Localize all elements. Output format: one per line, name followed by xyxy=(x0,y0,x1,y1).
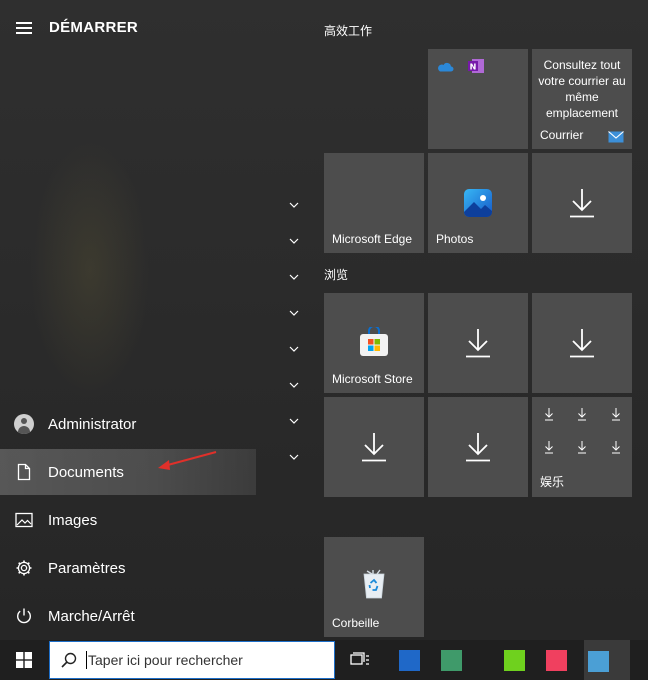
taskbar-search-box[interactable]: Taper ici pour rechercher xyxy=(49,641,335,679)
edge-tile[interactable]: Microsoft Edge xyxy=(324,153,424,253)
app-pink-icon[interactable] xyxy=(546,650,567,671)
store-icon xyxy=(360,327,388,356)
recycle-bin-tile-label: Corbeille xyxy=(332,616,380,630)
app-list-chevron-3[interactable] xyxy=(286,269,302,285)
entertainment-folder-tile[interactable]: 娱乐 xyxy=(532,397,632,497)
download-arrow-icon xyxy=(545,408,553,421)
download-arrow-icon xyxy=(578,408,586,421)
download-tile-2[interactable] xyxy=(428,293,528,393)
onedrive-icon xyxy=(438,62,454,72)
svg-text:N: N xyxy=(470,63,477,72)
documents-label: Documents xyxy=(48,463,124,481)
image-icon xyxy=(15,512,33,528)
chevron-down-icon xyxy=(289,202,299,208)
background-glow xyxy=(30,140,150,400)
onenote-icon: N xyxy=(468,59,484,73)
start-title: DÉMARRER xyxy=(49,19,139,36)
office-folder-tile[interactable]: N xyxy=(428,49,528,149)
chevron-down-icon xyxy=(289,310,299,316)
photos-tile[interactable]: Photos xyxy=(428,153,528,253)
download-arrow-icon xyxy=(466,433,490,462)
annotation-arrow xyxy=(158,451,217,470)
app-teal-icon[interactable] xyxy=(441,650,462,671)
chevron-down-icon xyxy=(289,418,299,424)
app-green-icon[interactable] xyxy=(504,650,525,671)
search-placeholder: Taper ici pour rechercher xyxy=(86,651,243,669)
windows-start-button[interactable] xyxy=(0,640,48,680)
power-label: Marche/Arrêt xyxy=(48,607,135,625)
hamburger-menu-button[interactable] xyxy=(0,8,48,48)
search-icon xyxy=(61,652,77,668)
images-button[interactable]: Images xyxy=(0,497,256,543)
chevron-down-icon xyxy=(289,382,299,388)
chevron-down-icon xyxy=(289,346,299,352)
group-title-productivity[interactable]: 高效工作 xyxy=(324,22,372,39)
download-arrow-icon xyxy=(545,441,553,454)
account-label: Administrator xyxy=(48,415,137,433)
download-arrow-icon xyxy=(612,441,620,454)
mail-tile[interactable]: Consultez tout votre courrier au même em… xyxy=(532,49,632,149)
download-tile-3[interactable] xyxy=(532,293,632,393)
store-tile-label: Microsoft Store xyxy=(332,372,413,386)
download-tile-5[interactable] xyxy=(428,397,528,497)
power-button[interactable]: Marche/Arrêt xyxy=(0,593,256,639)
download-arrow-icon xyxy=(362,433,386,462)
mail-tile-label: Courrier xyxy=(540,128,584,142)
user-avatar-icon xyxy=(14,414,34,434)
photos-tile-label: Photos xyxy=(436,232,474,246)
edge-tile-label: Microsoft Edge xyxy=(332,232,413,246)
taskbar: Taper ici pour rechercher xyxy=(0,640,648,680)
settings-button[interactable]: Paramètres xyxy=(0,545,256,591)
group-title-browse[interactable]: 浏览 xyxy=(324,266,348,283)
app-list-chevron-6[interactable] xyxy=(286,377,302,393)
app-list-chevron-4[interactable] xyxy=(286,305,302,321)
app-lightblue-icon xyxy=(588,651,609,672)
download-arrow-icon xyxy=(570,189,594,218)
settings-label: Paramètres xyxy=(48,559,126,577)
chevron-down-icon xyxy=(289,454,299,460)
power-icon xyxy=(17,608,31,624)
download-arrow-icon xyxy=(466,329,490,358)
mail-icon xyxy=(608,131,624,143)
app-list-chevron-7[interactable] xyxy=(286,413,302,429)
windows-logo-icon xyxy=(16,652,32,668)
task-view-icon xyxy=(350,652,369,665)
app-list-chevron-2[interactable] xyxy=(286,233,302,249)
recycle-bin-tile[interactable]: Corbeille xyxy=(324,537,424,637)
document-icon xyxy=(17,463,31,481)
images-label: Images xyxy=(48,511,98,529)
chevron-down-icon xyxy=(289,274,299,280)
app-list-chevron-8[interactable] xyxy=(286,449,302,465)
photos-icon xyxy=(464,189,492,217)
mail-tile-text: Consultez tout votre courrier au même em… xyxy=(538,58,626,120)
download-arrow-icon xyxy=(570,329,594,358)
download-arrow-icon xyxy=(612,408,620,421)
start-menu: DÉMARRER Administrator Documents Images xyxy=(0,0,648,640)
download-arrow-icon xyxy=(578,441,586,454)
recycle-bin-icon xyxy=(363,569,385,599)
account-button[interactable]: Administrator xyxy=(0,401,256,447)
store-tile[interactable]: Microsoft Store xyxy=(324,293,424,393)
download-tile-1[interactable] xyxy=(532,153,632,253)
app-blue-icon[interactable] xyxy=(399,650,420,671)
app-list-chevron-1[interactable] xyxy=(286,197,302,213)
hamburger-icon xyxy=(16,22,32,34)
app-list-chevron-5[interactable] xyxy=(286,341,302,357)
gear-icon xyxy=(16,560,32,576)
entertainment-tile-label: 娱乐 xyxy=(540,475,565,489)
download-tile-4[interactable] xyxy=(324,397,424,497)
taskbar-active-app[interactable] xyxy=(584,640,630,680)
text-caret xyxy=(86,651,87,669)
task-view-button[interactable] xyxy=(340,640,380,680)
chevron-down-icon xyxy=(289,238,299,244)
